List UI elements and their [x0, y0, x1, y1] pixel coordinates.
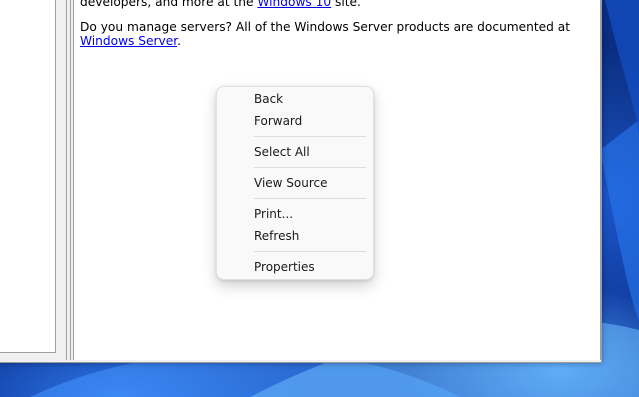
menu-item-properties[interactable]: Properties	[221, 256, 369, 278]
menu-separator	[254, 136, 366, 137]
pane-splitter[interactable]	[62, 0, 72, 360]
menu-item-view-source[interactable]: View Source	[221, 172, 369, 194]
menu-item-select-all[interactable]: Select All	[221, 141, 369, 163]
windows-server-link[interactable]: Windows Server	[80, 34, 177, 48]
menu-item-forward[interactable]: Forward	[221, 110, 369, 132]
paragraph-windows-server: Do you manage servers? All of the Window…	[80, 20, 596, 48]
help-article: developers, and more at the Windows 10 s…	[80, 0, 596, 59]
text: site.	[331, 0, 361, 9]
text: .	[177, 34, 181, 48]
menu-item-print[interactable]: Print...	[221, 203, 369, 225]
navigation-pane[interactable]	[0, 0, 56, 353]
text: developers, and more at the	[80, 0, 258, 9]
menu-item-refresh[interactable]: Refresh	[221, 225, 369, 247]
context-menu: Back Forward Select All View Source Prin…	[216, 86, 374, 280]
windows-10-link[interactable]: Windows 10	[257, 0, 331, 9]
text: Do you manage servers? All of the Window…	[80, 20, 571, 34]
paragraph-windows10: developers, and more at the Windows 10 s…	[80, 0, 596, 9]
menu-item-back[interactable]: Back	[221, 88, 369, 110]
menu-separator	[254, 251, 366, 252]
menu-separator	[254, 198, 366, 199]
menu-separator	[254, 167, 366, 168]
